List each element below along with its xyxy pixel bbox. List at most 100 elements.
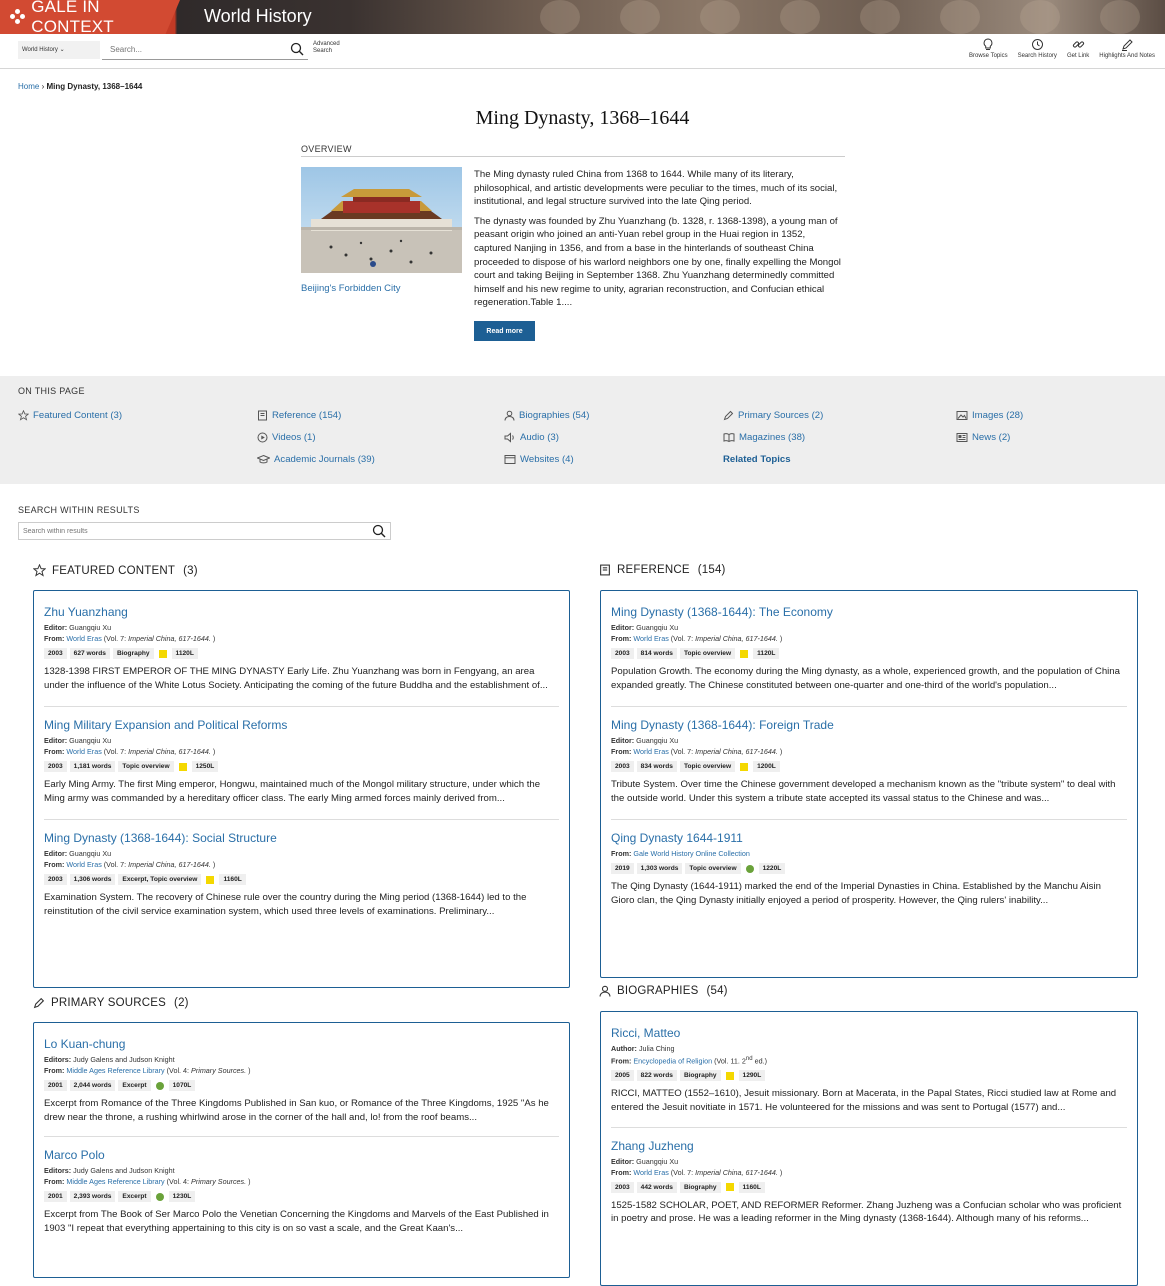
jump-news-label: News (2) — [972, 432, 1011, 443]
image-caption-link[interactable]: Beijing's Forbidden City — [301, 283, 401, 294]
result-title-link[interactable]: Zhu Yuanzhang — [44, 605, 559, 619]
jump-reference[interactable]: Reference (154) — [257, 410, 341, 421]
content-type-tag: Excerpt — [118, 1191, 151, 1203]
from-label: From: — [611, 747, 632, 757]
result-title-link[interactable]: Qing Dynasty 1644-1911 — [611, 831, 1127, 845]
quill-icon — [723, 410, 734, 421]
lexile-level-square-icon — [725, 1183, 734, 1192]
source-link[interactable]: Middle Ages Reference Library — [66, 1177, 164, 1186]
year-tag: 2003 — [611, 761, 634, 773]
source-link[interactable]: World Eras — [66, 747, 101, 756]
result-tags: 2001 2,044 words Excerpt 1070L — [44, 1080, 559, 1091]
source-volume-title: Imperial China, 617-1644. — [128, 747, 211, 757]
forbidden-city-image[interactable] — [301, 167, 462, 273]
featured-content-heading: FEATURED CONTENT (3) — [33, 564, 198, 577]
advanced-search-label-1: Advanced — [313, 41, 340, 47]
year-tag: 2003 — [611, 1181, 634, 1193]
source-link[interactable]: World Eras — [66, 860, 101, 869]
result-tags: 2003 814 words Topic overview 1120L — [611, 648, 1127, 659]
jump-primary-sources[interactable]: Primary Sources (2) — [723, 410, 823, 421]
result-title-link[interactable]: Ming Military Expansion and Political Re… — [44, 718, 559, 732]
source-link[interactable]: Middle Ages Reference Library — [66, 1066, 164, 1075]
source-link[interactable]: World Eras — [633, 634, 668, 643]
jump-news[interactable]: News (2) — [956, 432, 1010, 443]
search-icon[interactable] — [290, 42, 304, 56]
open-book-icon — [723, 433, 735, 443]
source-close: ) — [777, 747, 783, 757]
jump-audio-label: Audio (3) — [520, 432, 559, 443]
source-link[interactable]: Gale World History Online Collection — [633, 849, 750, 858]
search-within-label: SEARCH WITHIN RESULTS — [18, 505, 140, 515]
source-close: ) — [246, 1177, 251, 1187]
jump-biographies[interactable]: Biographies (54) — [504, 410, 589, 421]
year-tag: 2003 — [611, 648, 634, 659]
jump-websites[interactable]: Websites (4) — [504, 454, 574, 465]
search-scope-dropdown[interactable]: World History ⌄ — [18, 41, 100, 59]
gale-logo-icon — [10, 9, 25, 25]
advanced-search-link[interactable]: Advanced Search — [313, 41, 340, 55]
jump-related-topics[interactable]: Related Topics — [723, 454, 791, 465]
graduation-cap-icon — [257, 454, 270, 464]
source-link[interactable]: World Eras — [66, 634, 101, 643]
result-title-link[interactable]: Zhang Juzheng — [611, 1139, 1127, 1153]
source-close: ) — [777, 1167, 783, 1177]
banner-texture — [940, 0, 980, 34]
jump-magazines[interactable]: Magazines (38) — [723, 432, 805, 443]
gale-logo[interactable]: GALE IN CONTEXT — [0, 0, 180, 34]
result-editor: Editors: Judy Galens and Judson Knight — [44, 1054, 559, 1065]
result-item: Ming Dynasty (1368-1644): Social Structu… — [34, 819, 569, 932]
source-link[interactable]: World Eras — [633, 1168, 668, 1177]
jump-images[interactable]: Images (28) — [956, 410, 1023, 421]
result-title-link[interactable]: Marco Polo — [44, 1148, 559, 1162]
result-title-link[interactable]: Ming Dynasty (1368-1644): Social Structu… — [44, 831, 559, 845]
result-title-link[interactable]: Ming Dynasty (1368-1644): The Economy — [611, 605, 1127, 619]
search-within-input[interactable] — [19, 523, 359, 539]
result-title-link[interactable]: Ricci, Matteo — [611, 1026, 1127, 1040]
browser-window-icon — [504, 455, 516, 464]
read-more-button[interactable]: Read more — [474, 321, 535, 341]
source-link[interactable]: Encyclopedia of Religion — [633, 1056, 712, 1065]
result-tags: 2003 627 words Biography 1120L — [44, 648, 559, 659]
content-type-tag: Topic overview — [118, 761, 174, 773]
result-editor: Editor: Guangqiu Xu — [44, 848, 559, 859]
jump-primary-sources-label: Primary Sources (2) — [738, 410, 824, 421]
get-link-button[interactable]: Get Link — [1065, 38, 1091, 59]
content-type-tag: Excerpt — [118, 1080, 151, 1091]
lexile-tag: 1290L — [738, 1070, 766, 1082]
result-editor: Editors: Judy Galens and Judson Knight — [44, 1165, 559, 1176]
search-icon[interactable] — [372, 524, 386, 538]
browse-topics-button[interactable]: Browse Topics — [967, 38, 1010, 59]
search-input[interactable] — [102, 40, 282, 58]
word-count-tag: 822 words — [636, 1070, 677, 1082]
jump-audio[interactable]: Audio (3) — [504, 432, 559, 443]
year-tag: 2003 — [44, 874, 67, 886]
result-title-link[interactable]: Ming Dynasty (1368-1644): Foreign Trade — [611, 718, 1127, 732]
jump-featured-label: Featured Content (3) — [33, 410, 123, 421]
search-history-button[interactable]: Search History — [1016, 38, 1059, 59]
lexile-level-circle-icon — [745, 864, 754, 873]
result-source: From: Encyclopedia of Religion (Vol. 11.… — [611, 1054, 1127, 1066]
source-volume: (Vol. 7: — [668, 634, 696, 643]
jump-featured-content[interactable]: Featured Content (3) — [18, 410, 122, 421]
source-link[interactable]: World Eras — [633, 747, 668, 756]
result-snippet: Excerpt from The Book of Ser Marco Polo … — [44, 1209, 549, 1234]
breadcrumb-home-link[interactable]: Home — [18, 82, 39, 91]
content-type-tag: Topic overview — [685, 863, 741, 875]
star-icon — [18, 410, 29, 421]
jump-related-topics-label: Related Topics — [723, 454, 791, 465]
get-link-label: Get Link — [1066, 53, 1090, 59]
result-snippet: RICCI, MATTEO (1552–1610), Jesuit missio… — [611, 1088, 1117, 1113]
from-label: From: — [44, 1066, 65, 1075]
highlights-notes-button[interactable]: Highlights And Notes — [1097, 38, 1157, 59]
lexile-level-square-icon — [740, 649, 749, 658]
product-name[interactable]: World History — [204, 6, 312, 27]
word-count-tag: 2,044 words — [69, 1080, 116, 1091]
result-tags: 2003 1,306 words Excerpt, Topic overview… — [44, 874, 559, 886]
jump-videos[interactable]: Videos (1) — [257, 432, 316, 443]
jump-academic-journals[interactable]: Academic Journals (39) — [257, 454, 375, 465]
result-title-link[interactable]: Lo Kuan-chung — [44, 1037, 559, 1051]
jump-biographies-label: Biographies (54) — [519, 410, 590, 421]
result-source: From: World Eras (Vol. 7: Imperial China… — [44, 746, 559, 757]
person-icon — [504, 410, 515, 421]
banner-texture — [1020, 0, 1060, 34]
